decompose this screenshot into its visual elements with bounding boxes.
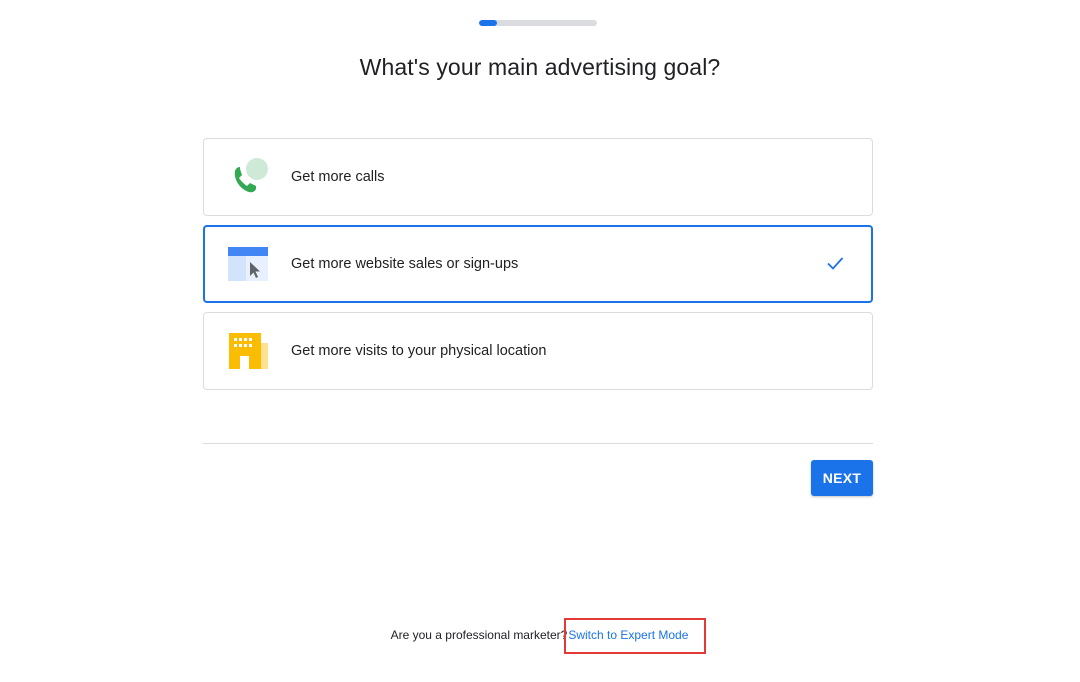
progress-bar-fill <box>479 20 497 26</box>
campaign-goal-page: What's your main advertising goal? Get m… <box>0 0 1080 682</box>
footer-prompt-text: Are you a professional marketer? <box>390 628 568 642</box>
goal-options-list: Get more calls Get more website sales or… <box>203 138 873 399</box>
page-title: What's your main advertising goal? <box>359 54 721 80</box>
phone-call-icon <box>226 157 270 197</box>
goal-option-calls[interactable]: Get more calls <box>203 138 873 216</box>
goal-option-label: Get more visits to your physical locatio… <box>291 343 547 359</box>
goal-option-visits[interactable]: Get more visits to your physical locatio… <box>203 312 873 390</box>
goal-option-website[interactable]: Get more website sales or sign-ups <box>203 225 873 303</box>
next-button[interactable]: NEXT <box>811 460 873 496</box>
highlight-annotation-box <box>564 618 706 654</box>
website-cursor-icon <box>226 244 270 284</box>
divider <box>203 443 873 444</box>
progress-bar <box>479 20 597 26</box>
goal-option-label: Get more website sales or sign-ups <box>291 256 519 272</box>
goal-option-label: Get more calls <box>291 169 385 185</box>
footer: Are you a professional marketer?Switch t… <box>0 628 1080 642</box>
checkmark-icon <box>825 253 845 273</box>
building-storefront-icon <box>226 331 270 371</box>
